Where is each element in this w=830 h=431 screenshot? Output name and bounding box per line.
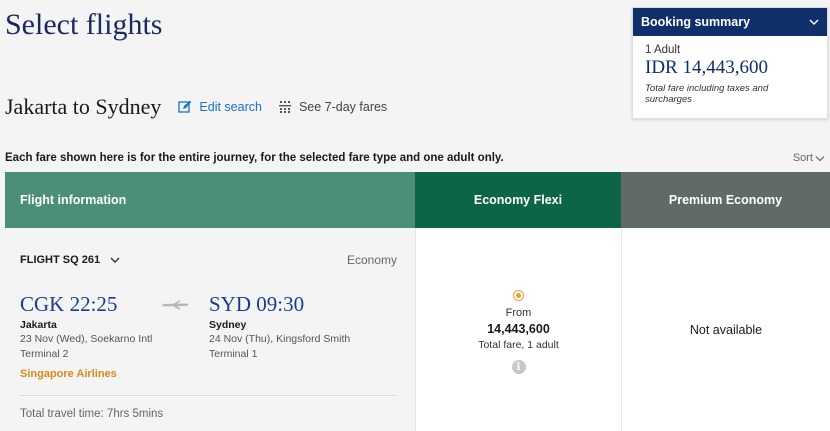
fare-note: Total fare, 1 adult <box>478 339 559 351</box>
summary-passengers: 1 Adult <box>645 44 681 56</box>
arrival-code-time: SYD 09:30 <box>209 292 305 316</box>
departure-code-time: CGK 22:25 <box>20 292 118 316</box>
column-header-economy-flexi: Economy Flexi <box>415 172 621 228</box>
cabin-class: Economy <box>346 253 397 267</box>
column-header-premium-economy: Premium Economy <box>621 172 830 228</box>
summary-note: Total fare including taxes and surcharge… <box>645 83 769 105</box>
fare-from-label: From <box>505 307 532 319</box>
arrival-date-airport: 24 Nov (Thu), Kingsford Smith <box>209 333 351 345</box>
arrival-block: SYD 09:30 Sydney 24 Nov (Thu), Kingsford… <box>209 292 350 361</box>
flight-number: FLIGHT SQ 261 <box>20 254 101 266</box>
economy-flexi-fare-cell[interactable]: From 14,443,600 Total fare, 1 adult i <box>415 228 621 431</box>
chevron-down-icon <box>815 155 825 161</box>
departure-terminal: Terminal 2 <box>20 348 69 360</box>
flight-number-toggle[interactable]: FLIGHT SQ 261 <box>20 254 120 266</box>
sort-label: Sort <box>792 152 813 164</box>
sort-dropdown[interactable]: Sort <box>793 152 825 164</box>
premium-economy-fare-cell: Not available <box>621 228 830 431</box>
see-7-day-fares-link[interactable]: See 7-day fares <box>278 100 387 114</box>
booking-summary-title: Booking summary <box>641 15 751 29</box>
arrival-terminal: Terminal 1 <box>209 348 258 360</box>
calendar-grid-icon <box>278 101 291 113</box>
booking-summary-toggle[interactable]: Booking summary <box>633 8 827 36</box>
info-icon[interactable]: i <box>511 360 526 374</box>
edit-search-label: Edit search <box>199 100 262 114</box>
column-header-flight-information: Flight information <box>5 172 415 228</box>
airline-name: Singapore Airlines <box>20 368 117 380</box>
travel-time: Total travel time: 7hrs 5mins <box>20 408 164 420</box>
plane-icon <box>161 300 189 310</box>
page-title: Select flights <box>5 8 163 41</box>
divider <box>20 395 397 396</box>
radio-selected-icon[interactable] <box>513 290 524 301</box>
fare-notice: Each fare shown here is for the entire j… <box>5 152 504 164</box>
fare-price: 14,443,600 <box>487 322 550 336</box>
departure-block: CGK 22:25 Jakarta 23 Nov (Wed), Soekarno… <box>20 292 152 361</box>
departure-date-airport: 23 Nov (Wed), Soekarno Intl <box>20 333 153 345</box>
see-7-day-fares-label: See 7-day fares <box>298 100 388 114</box>
edit-search-link[interactable]: Edit search <box>178 100 262 114</box>
flight-info-cell: FLIGHT SQ 261 Economy CGK 22:25 Jakarta … <box>5 228 415 431</box>
departure-city: Jakarta <box>20 319 57 331</box>
route-header: Jakarta to Sydney Edit search See 7-day … <box>5 94 387 120</box>
chevron-down-icon <box>809 19 819 25</box>
premium-status: Not available <box>689 322 763 337</box>
route-title: Jakarta to Sydney <box>5 94 162 119</box>
chevron-down-icon <box>110 257 120 263</box>
edit-icon <box>178 100 192 113</box>
arrival-city: Sydney <box>209 319 247 331</box>
booking-summary-panel: Booking summary 1 Adult IDR 14,443,600 T… <box>632 7 828 119</box>
summary-price: IDR 14,443,600 <box>645 57 768 78</box>
